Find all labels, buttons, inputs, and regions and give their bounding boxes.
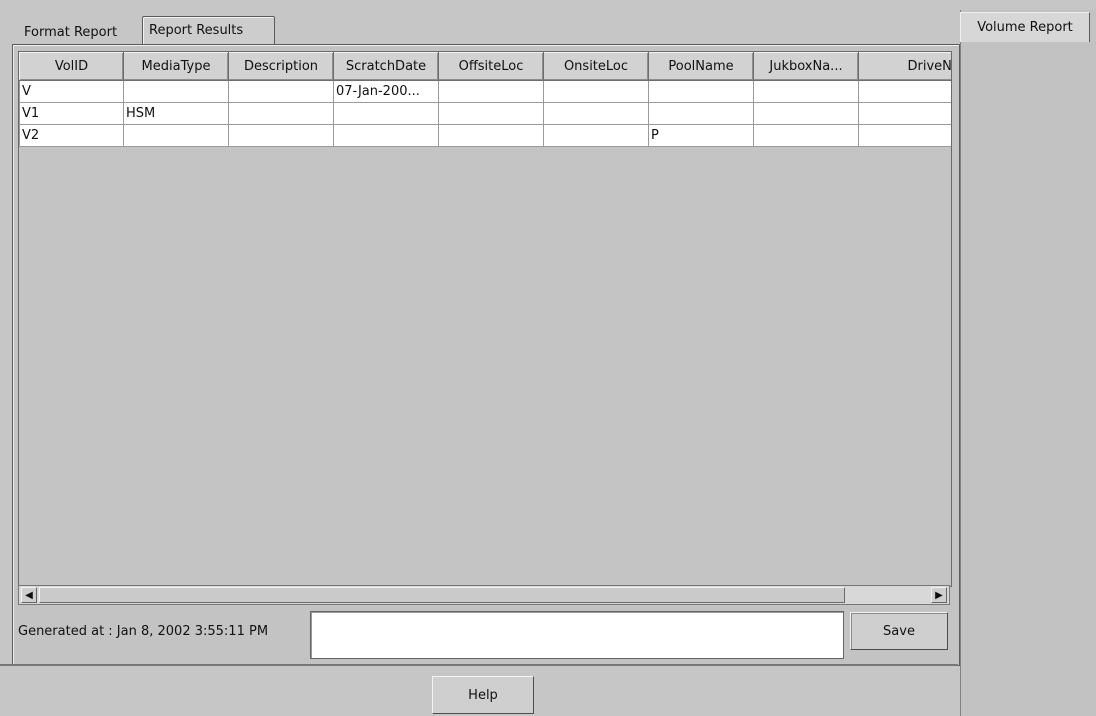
report-window: Format Report Report Results VolID Media… (0, 0, 1096, 716)
column-header-volid[interactable]: VolID (19, 52, 124, 81)
table-cell[interactable] (543, 102, 649, 125)
table-cell[interactable]: V (19, 80, 124, 103)
table-cell[interactable] (228, 102, 334, 125)
tab-format-report[interactable]: Format Report (18, 19, 140, 45)
tab-volume-report[interactable]: Volume Report (960, 12, 1090, 42)
table-cell[interactable]: HSM (123, 102, 229, 125)
scroll-left-arrow-icon[interactable]: ◀ (21, 587, 37, 603)
column-header-onsiteloc[interactable]: OnsiteLoc (543, 52, 649, 81)
help-button[interactable]: Help (432, 676, 534, 714)
horizontal-scrollbar[interactable]: ◀ ▶ (18, 585, 950, 605)
column-header-poolname[interactable]: PoolName (648, 52, 754, 81)
column-header-jukeboxname[interactable]: JukboxNa... (753, 52, 859, 81)
right-pane (960, 10, 1096, 716)
table-cell[interactable] (543, 124, 649, 147)
tab-report-results[interactable]: Report Results (142, 16, 275, 44)
table-cell[interactable] (123, 80, 229, 103)
results-table: VolID MediaType Description ScratchDate … (18, 51, 952, 587)
table-cell[interactable] (858, 80, 951, 103)
table-cell[interactable] (438, 124, 544, 147)
table-cell[interactable] (753, 102, 859, 125)
column-header-offsiteloc[interactable]: OffsiteLoc (438, 52, 544, 81)
table-cell[interactable] (333, 124, 439, 147)
table-cell[interactable] (123, 124, 229, 147)
column-header-drivename[interactable]: DriveName (858, 52, 951, 81)
table-cell[interactable]: V1 (19, 102, 124, 125)
table-cell[interactable] (228, 80, 334, 103)
table-cell[interactable] (858, 102, 951, 125)
table-cell[interactable] (438, 102, 544, 125)
table-cell[interactable] (543, 80, 649, 103)
table-cell[interactable] (753, 80, 859, 103)
scrollbar-thumb[interactable] (39, 587, 845, 603)
column-header-mediatype[interactable]: MediaType (123, 52, 229, 81)
column-header-description[interactable]: Description (228, 52, 334, 81)
save-button[interactable]: Save (850, 612, 948, 650)
table-header-row: VolID MediaType Description ScratchDate … (19, 52, 951, 81)
table-row[interactable]: V 07-Jan-200... (19, 80, 951, 103)
table-cell[interactable] (333, 102, 439, 125)
table-cell[interactable]: 07-Jan-200... (333, 80, 439, 103)
column-header-scratchdate[interactable]: ScratchDate (333, 52, 439, 81)
table-cell[interactable] (438, 80, 544, 103)
table-cell[interactable] (858, 124, 951, 147)
table-cell[interactable] (753, 124, 859, 147)
table-cell[interactable] (648, 80, 754, 103)
table-cell[interactable] (228, 124, 334, 147)
table-cell[interactable]: V2 (19, 124, 124, 147)
table-cell[interactable] (648, 102, 754, 125)
output-file-field[interactable] (310, 611, 844, 659)
panel-divider (0, 664, 958, 666)
table-cell[interactable]: P (648, 124, 754, 147)
table-row[interactable]: V1 HSM (19, 102, 951, 125)
generated-at-label: Generated at : Jan 8, 2002 3:55:11 PM (18, 624, 269, 639)
scroll-right-arrow-icon[interactable]: ▶ (931, 587, 947, 603)
table-row[interactable]: V2 P (19, 124, 951, 147)
